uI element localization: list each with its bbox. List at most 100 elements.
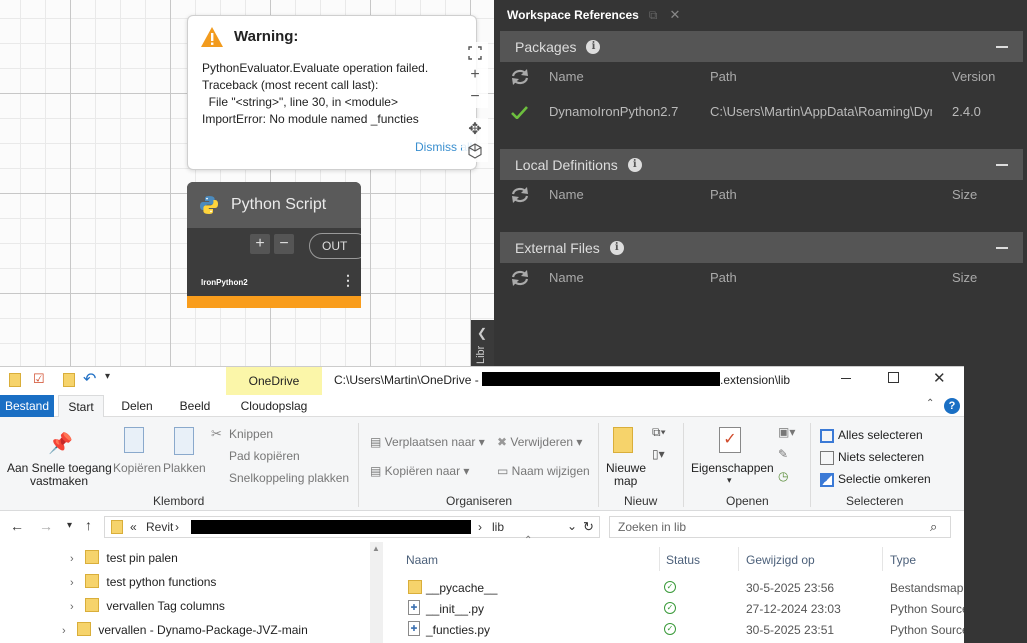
maximize-button[interactable] <box>888 372 899 383</box>
breadcrumb-item[interactable]: lib <box>492 520 504 534</box>
node-menu-icon[interactable]: ⋮ <box>341 272 355 289</box>
info-icon[interactable]: i <box>627 157 642 172</box>
fit-view-icon[interactable] <box>462 42 488 64</box>
recent-locations-icon[interactable]: ▾ <box>67 520 72 531</box>
new-folder-button-line2[interactable]: map <box>614 474 637 488</box>
open-icon[interactable]: ▣▾ <box>778 425 795 439</box>
tab-beeld[interactable]: Beeld <box>170 395 220 417</box>
close-button[interactable]: ✕ <box>933 369 946 387</box>
column-header-name[interactable]: Naam <box>406 553 438 567</box>
library-tab[interactable]: ❮ Library <box>471 320 494 366</box>
rename-button[interactable]: ▭ Naam wijzigen <box>497 464 590 478</box>
delete-button[interactable]: ✖ Verwijderen ▾ <box>497 435 582 449</box>
packages-section-header[interactable]: Packages i <box>500 31 1023 62</box>
breadcrumb-item[interactable]: Revit <box>146 520 173 534</box>
nav-scrollbar[interactable]: ▲ <box>370 542 383 643</box>
column-header-name[interactable]: Name <box>549 187 584 202</box>
column-header-status[interactable]: Status <box>666 553 700 567</box>
python-script-node[interactable]: Python Script + − OUT IronPython2 ⋮ <box>187 182 361 308</box>
tab-cloudopslag[interactable]: Cloudopslag <box>228 395 320 417</box>
column-header-type[interactable]: Type <box>890 553 916 567</box>
new-folder-button[interactable]: Nieuwe <box>606 461 646 475</box>
column-header-size[interactable]: Size <box>952 187 977 202</box>
local-definitions-section-header[interactable]: Local Definitions i <box>500 149 1023 180</box>
column-header-path[interactable]: Path <box>710 69 737 84</box>
paste-shortcut-button[interactable]: Snelkoppeling plakken <box>229 471 349 485</box>
scroll-up-icon[interactable]: ▲ <box>372 544 380 553</box>
move-to-button[interactable]: ▤ Verplaatsen naar ▾ <box>370 435 485 449</box>
easy-access-icon[interactable]: ▯▾ <box>652 447 665 461</box>
external-files-section-header[interactable]: External Files i <box>500 232 1023 263</box>
refresh-icon[interactable] <box>510 269 530 287</box>
remove-input-button[interactable]: − <box>274 234 294 254</box>
help-icon[interactable]: ? <box>944 398 960 414</box>
column-header-name[interactable]: Name <box>549 270 584 285</box>
up-icon[interactable]: ↑ <box>85 517 92 533</box>
expand-chevron-icon[interactable]: › <box>70 577 74 589</box>
3d-view-icon[interactable] <box>462 140 488 162</box>
minimize-button[interactable] <box>841 378 851 379</box>
node-header[interactable]: Python Script <box>187 182 361 228</box>
tab-bestand[interactable]: Bestand <box>0 395 54 417</box>
properties-icon[interactable]: ☑ <box>33 371 45 387</box>
file-row[interactable]: __pycache__ ✓ 30-5-2025 23:56 Bestandsma… <box>400 578 964 598</box>
refresh-icon[interactable] <box>510 186 530 204</box>
column-divider[interactable] <box>882 547 883 571</box>
file-row[interactable]: ✚ _functies.py ✓ 30-5-2025 23:51 Python … <box>400 620 964 640</box>
expand-chevron-icon[interactable]: › <box>70 601 74 613</box>
customize-quick-access-icon[interactable]: ▾ <box>105 371 110 382</box>
breadcrumb-overflow[interactable]: « <box>130 520 137 534</box>
refresh-icon[interactable] <box>510 68 530 86</box>
expand-chevron-icon[interactable]: › <box>70 553 74 565</box>
history-icon[interactable]: ◷ <box>778 469 788 483</box>
properties-button[interactable]: Eigenschappen <box>691 461 774 475</box>
collapse-icon[interactable] <box>996 164 1008 166</box>
edit-icon[interactable]: ✎ <box>778 447 788 461</box>
column-header-path[interactable]: Path <box>710 270 737 285</box>
info-icon[interactable]: i <box>609 240 624 255</box>
collapse-icon[interactable] <box>996 46 1008 48</box>
pan-icon[interactable]: ✥ <box>462 118 488 140</box>
add-input-button[interactable]: + <box>250 234 270 254</box>
onedrive-context-tab[interactable]: OneDrive <box>226 367 322 395</box>
output-port[interactable]: OUT <box>309 233 361 259</box>
zoom-out-icon[interactable]: − <box>462 86 488 108</box>
undo-icon[interactable]: ↶ <box>83 369 96 389</box>
paste-button[interactable]: Plakken <box>163 461 206 475</box>
select-none-button[interactable]: Niets selecteren <box>838 450 924 464</box>
chevron-up-icon[interactable]: ⌃ <box>926 398 934 409</box>
copy-to-button[interactable]: ▤ Kopiëren naar ▾ <box>370 464 469 478</box>
forward-icon[interactable]: → <box>39 518 53 534</box>
nav-item[interactable]: › test python functions <box>70 574 216 592</box>
close-icon[interactable]: ✕ <box>669 7 680 23</box>
column-header-version[interactable]: Version <box>952 69 995 84</box>
pin-quick-access-label[interactable]: Aan Snelle toegang <box>7 461 112 475</box>
search-input[interactable]: Zoeken in lib <box>618 520 686 534</box>
expand-chevron-icon[interactable]: › <box>62 625 66 637</box>
column-divider[interactable] <box>738 547 739 571</box>
collapse-icon[interactable] <box>996 247 1008 249</box>
invert-selection-button[interactable]: Selectie omkeren <box>838 472 931 486</box>
dynamo-canvas[interactable]: Warning: PythonEvaluator.Evaluate operat… <box>0 0 494 366</box>
refresh-icon[interactable]: ↻ <box>583 519 594 535</box>
undock-icon[interactable]: ⧉ <box>649 8 658 23</box>
column-header-path[interactable]: Path <box>710 187 737 202</box>
nav-item[interactable]: › vervallen Tag columns <box>70 598 225 616</box>
column-divider[interactable] <box>659 547 660 571</box>
pin-quick-access-label[interactable]: vastmaken <box>30 474 88 488</box>
file-row[interactable]: ✚ __init__.py ✓ 27-12-2024 23:03 Python … <box>400 599 964 619</box>
info-icon[interactable]: i <box>586 39 601 54</box>
back-icon[interactable]: ← <box>10 518 24 534</box>
column-header-modified[interactable]: Gewijzigd op <box>746 553 815 567</box>
zoom-in-icon[interactable]: + <box>462 64 488 86</box>
new-folder-icon[interactable] <box>63 373 75 387</box>
nav-item[interactable]: › vervallen - Dynamo-Package-JVZ-main <box>62 622 308 640</box>
cut-button[interactable]: Knippen <box>229 427 273 441</box>
tab-delen[interactable]: Delen <box>112 395 162 417</box>
column-header-size[interactable]: Size <box>952 270 977 285</box>
search-box[interactable]: Zoeken in lib ⌕ <box>609 516 951 538</box>
tab-start[interactable]: Start <box>58 395 104 417</box>
new-item-icon[interactable]: ⧉▾ <box>652 425 666 440</box>
column-header-name[interactable]: Name <box>549 69 584 84</box>
nav-item[interactable]: › test pin palen <box>70 550 178 568</box>
